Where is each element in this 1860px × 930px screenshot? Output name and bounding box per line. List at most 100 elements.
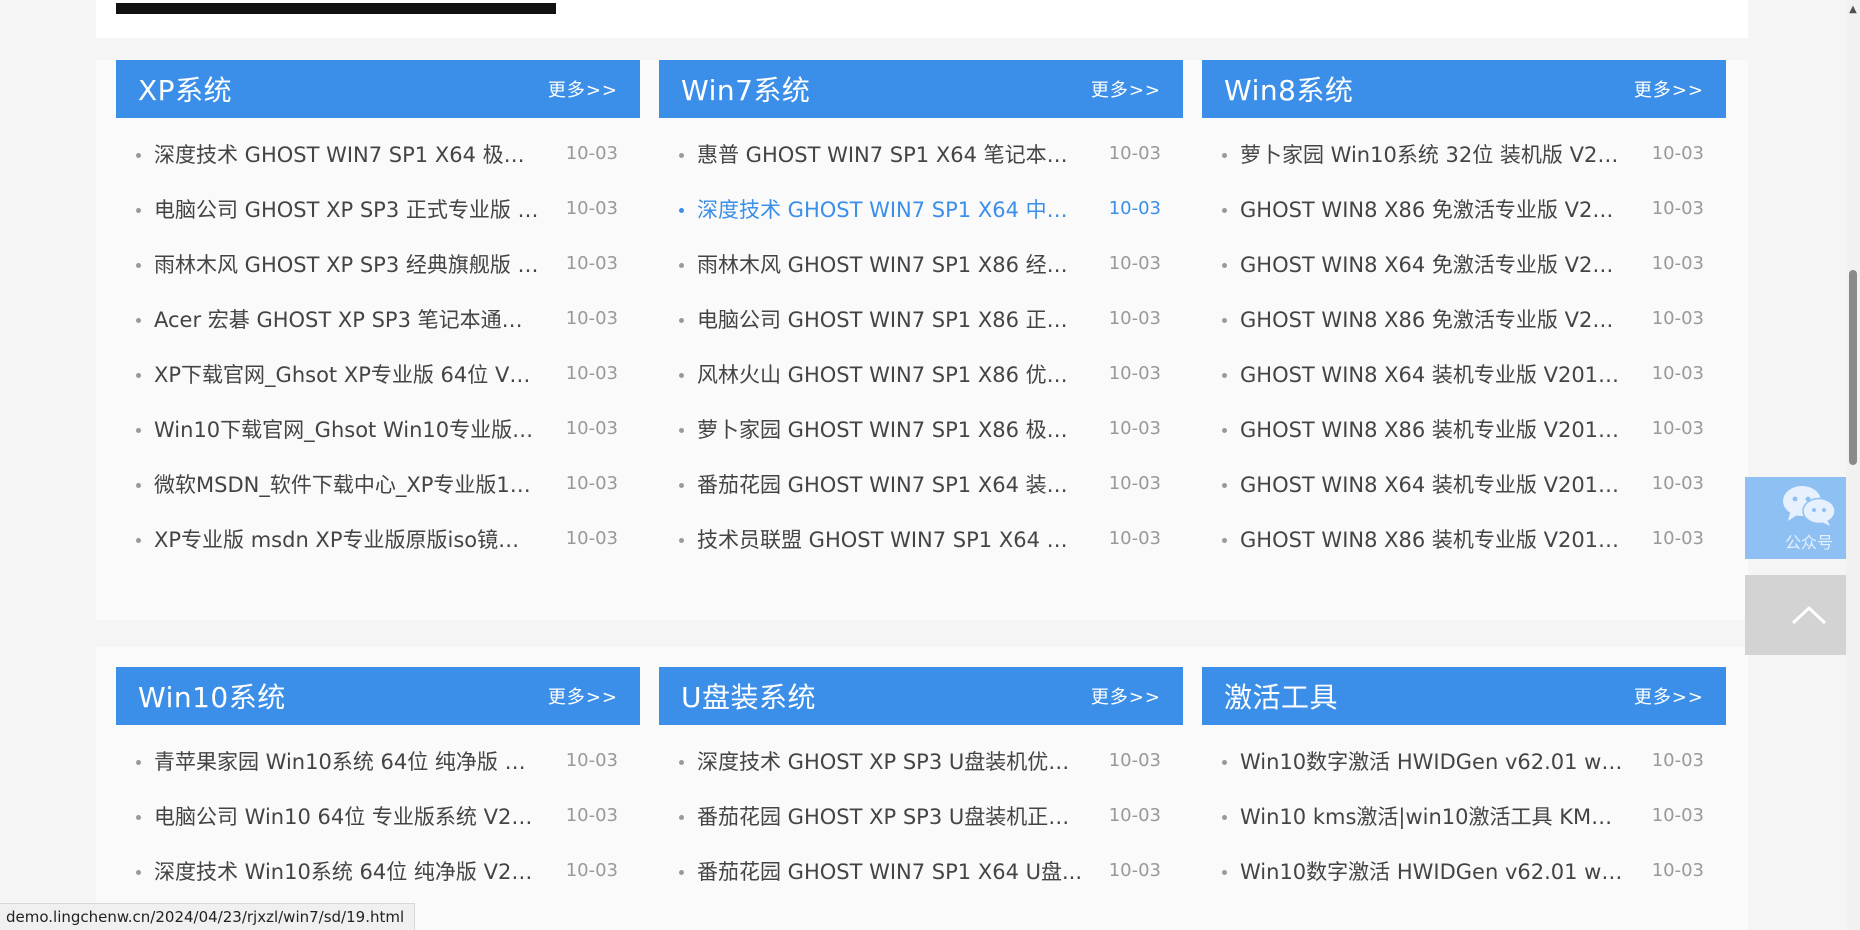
item-title[interactable]: 微软MSDN_软件下载中心_XP专业版19...	[154, 469, 539, 499]
list-item[interactable]: GHOST WIN8 X64 装机专业版 V2017.... 10-03	[1202, 456, 1726, 511]
item-title[interactable]: GHOST WIN8 X64 免激活专业版 V201...	[1240, 249, 1625, 279]
item-title[interactable]: 深度技术 Win10系统 64位 纯净版 V201...	[154, 856, 539, 886]
item-title[interactable]: 萝卜家园 Win10系统 32位 装机版 V201...	[1240, 139, 1625, 169]
wechat-official-account-button[interactable]: 公众号	[1745, 477, 1860, 559]
list-item[interactable]: GHOST WIN8 X86 免激活专业版 V201... 10-03	[1202, 291, 1726, 346]
category-header: XP系统 更多>>	[116, 60, 640, 118]
list-item[interactable]: 深度技术 GHOST WIN7 SP1 X64 极速... 10-03	[116, 126, 640, 181]
item-date: 10-03	[1651, 805, 1704, 826]
more-link[interactable]: 更多>>	[1091, 683, 1161, 709]
list-item[interactable]: GHOST WIN8 X64 装机专业版 V2019.... 10-03	[1202, 346, 1726, 401]
category-title[interactable]: Win10系统	[138, 676, 286, 716]
item-title[interactable]: 电脑公司 Win10 64位 专业版系统 V201...	[154, 801, 539, 831]
list-item[interactable]: 惠普 GHOST WIN7 SP1 X64 笔记本官... 10-03	[659, 126, 1183, 181]
category-section-1: XP系统 更多>> 深度技术 GHOST WIN7 SP1 X64 极速... 1…	[96, 60, 1748, 620]
item-title[interactable]: 深度技术 GHOST WIN7 SP1 X64 中秋...	[697, 194, 1082, 224]
list-item[interactable]: 番茄花园 GHOST WIN7 SP1 X64 U盘... 10-03	[659, 843, 1183, 898]
list-item[interactable]: 技术员联盟 GHOST WIN7 SP1 X64 游... 10-03	[659, 511, 1183, 566]
item-title[interactable]: 风林火山 GHOST WIN7 SP1 X86 优化...	[697, 359, 1082, 389]
list-item[interactable]: 风林火山 GHOST WIN7 SP1 X86 优化... 10-03	[659, 346, 1183, 401]
item-title[interactable]: 雨林木风 GHOST WIN7 SP1 X86 经典...	[697, 249, 1082, 279]
list-item[interactable]: 番茄花园 GHOST WIN7 SP1 X64 装机... 10-03	[659, 456, 1183, 511]
item-title[interactable]: 青苹果家园 Win10系统 64位 纯净版 V2...	[154, 746, 539, 776]
list-item[interactable]: XP专业版 msdn XP专业版原版iso镜像... 10-03	[116, 511, 640, 566]
list-item[interactable]: Win10数字激活 HWIDGen v62.01 win... 10-03	[1202, 733, 1726, 788]
item-title[interactable]: GHOST WIN8 X64 装机专业版 V2017....	[1240, 469, 1625, 499]
list-item[interactable]: GHOST WIN8 X86 免激活专业版 V201... 10-03	[1202, 181, 1726, 236]
back-to-top-button[interactable]	[1745, 575, 1860, 655]
list-item[interactable]: 番茄花园 GHOST XP SP3 U盘装机正式... 10-03	[659, 788, 1183, 843]
more-link[interactable]: 更多>>	[548, 76, 618, 102]
list-item[interactable]: Win10 kms激活|win10激活工具 KMS-... 10-03	[1202, 788, 1726, 843]
scrollbar-thumb[interactable]	[1849, 270, 1857, 465]
category-title[interactable]: Win7系统	[681, 69, 810, 109]
item-title[interactable]: Win10数字激活 HWIDGen v62.01 win...	[1240, 746, 1625, 776]
item-date: 10-03	[565, 308, 618, 329]
more-link[interactable]: 更多>>	[1634, 76, 1704, 102]
item-title[interactable]: Acer 宏碁 GHOST XP SP3 笔记本通用...	[154, 304, 539, 334]
list-item[interactable]: 青苹果家园 Win10系统 64位 纯净版 V2... 10-03	[116, 733, 640, 788]
item-date: 10-03	[1108, 860, 1161, 881]
list-item-hovered[interactable]: 深度技术 GHOST WIN7 SP1 X64 中秋... 10-03	[659, 181, 1183, 236]
list-item[interactable]: 深度技术 Win10系统 64位 纯净版 V201... 10-03	[116, 843, 640, 898]
item-title[interactable]: GHOST WIN8 X64 装机专业版 V2019....	[1240, 359, 1625, 389]
item-title[interactable]: 番茄花园 GHOST XP SP3 U盘装机正式...	[697, 801, 1082, 831]
scroll-up-arrow-icon[interactable]: ▲	[1846, 0, 1860, 18]
list-item[interactable]: 微软MSDN_软件下载中心_XP专业版19... 10-03	[116, 456, 640, 511]
list-item[interactable]: Win10数字激活 HWIDGen v62.01 win... 10-03	[1202, 843, 1726, 898]
category-title[interactable]: XP系统	[138, 69, 232, 109]
list-item[interactable]: 雨林木风 GHOST XP SP3 经典旗舰版 V... 10-03	[116, 236, 640, 291]
item-title[interactable]: 惠普 GHOST WIN7 SP1 X64 笔记本官...	[697, 139, 1082, 169]
article-list: 惠普 GHOST WIN7 SP1 X64 笔记本官... 10-03 深度技术 …	[659, 126, 1183, 566]
category-title[interactable]: 激活工具	[1224, 676, 1338, 716]
item-title[interactable]: 番茄花园 GHOST WIN7 SP1 X64 装机...	[697, 469, 1082, 499]
more-link[interactable]: 更多>>	[1634, 683, 1704, 709]
item-title[interactable]: 电脑公司 GHOST XP SP3 正式专业版 V...	[154, 194, 539, 224]
list-item[interactable]: Win10下载官网_Ghsot Win10专业版 6... 10-03	[116, 401, 640, 456]
item-title[interactable]: 技术员联盟 GHOST WIN7 SP1 X64 游...	[697, 524, 1082, 554]
list-item[interactable]: Acer 宏碁 GHOST XP SP3 笔记本通用... 10-03	[116, 291, 640, 346]
item-title[interactable]: 萝卜家园 GHOST WIN7 SP1 X86 极速...	[697, 414, 1082, 444]
category-title[interactable]: Win8系统	[1224, 69, 1353, 109]
item-title[interactable]: Win10下载官网_Ghsot Win10专业版 6...	[154, 414, 539, 444]
list-item[interactable]: GHOST WIN8 X86 装机专业版 V2019.... 10-03	[1202, 511, 1726, 566]
list-item[interactable]: GHOST WIN8 X86 装机专业版 V2017.... 10-03	[1202, 401, 1726, 456]
item-title[interactable]: GHOST WIN8 X86 免激活专业版 V201...	[1240, 304, 1625, 334]
item-date: 10-03	[1651, 308, 1704, 329]
list-item[interactable]: 电脑公司 Win10 64位 专业版系统 V201... 10-03	[116, 788, 640, 843]
item-title[interactable]: 番茄花园 GHOST WIN7 SP1 X64 U盘...	[697, 856, 1082, 886]
list-item[interactable]: GHOST WIN8 X64 免激活专业版 V201... 10-03	[1202, 236, 1726, 291]
item-date: 10-03	[565, 473, 618, 494]
scrollbar[interactable]: ▲	[1846, 0, 1860, 930]
item-title[interactable]: GHOST WIN8 X86 装机专业版 V2017....	[1240, 414, 1625, 444]
category-header: Win8系统 更多>>	[1202, 60, 1726, 118]
category-header: 激活工具 更多>>	[1202, 667, 1726, 725]
item-date: 10-03	[565, 418, 618, 439]
more-link[interactable]: 更多>>	[1091, 76, 1161, 102]
list-item[interactable]: 萝卜家园 Win10系统 32位 装机版 V201... 10-03	[1202, 126, 1726, 181]
more-link[interactable]: 更多>>	[548, 683, 618, 709]
item-date: 10-03	[565, 198, 618, 219]
item-title[interactable]: XP专业版 msdn XP专业版原版iso镜像...	[154, 524, 539, 554]
list-item[interactable]: 雨林木风 GHOST WIN7 SP1 X86 经典... 10-03	[659, 236, 1183, 291]
item-date: 10-03	[565, 363, 618, 384]
list-item[interactable]: 萝卜家园 GHOST WIN7 SP1 X86 极速... 10-03	[659, 401, 1183, 456]
item-title[interactable]: 雨林木风 GHOST XP SP3 经典旗舰版 V...	[154, 249, 539, 279]
item-title[interactable]: Win10 kms激活|win10激活工具 KMS-...	[1240, 801, 1625, 831]
category-title[interactable]: U盘装系统	[681, 676, 816, 716]
item-title[interactable]: Win10数字激活 HWIDGen v62.01 win...	[1240, 856, 1625, 886]
list-item[interactable]: 电脑公司 GHOST WIN7 SP1 X86 正式... 10-03	[659, 291, 1183, 346]
item-date: 10-03	[565, 528, 618, 549]
item-title[interactable]: XP下载官网_Ghsot XP专业版 64位 V20...	[154, 359, 539, 389]
item-title[interactable]: 电脑公司 GHOST WIN7 SP1 X86 正式...	[697, 304, 1082, 334]
wechat-icon	[1783, 486, 1836, 526]
list-item[interactable]: 深度技术 GHOST XP SP3 U盘装机优化... 10-03	[659, 733, 1183, 788]
article-list: 深度技术 GHOST XP SP3 U盘装机优化... 10-03 番茄花园 GH…	[659, 733, 1183, 898]
item-title[interactable]: 深度技术 GHOST XP SP3 U盘装机优化...	[697, 746, 1082, 776]
list-item[interactable]: 电脑公司 GHOST XP SP3 正式专业版 V... 10-03	[116, 181, 640, 236]
list-item[interactable]: XP下载官网_Ghsot XP专业版 64位 V20... 10-03	[116, 346, 640, 401]
item-title[interactable]: GHOST WIN8 X86 免激活专业版 V201...	[1240, 194, 1625, 224]
article-list: 青苹果家园 Win10系统 64位 纯净版 V2... 10-03 电脑公司 Wi…	[116, 733, 640, 898]
item-title[interactable]: 深度技术 GHOST WIN7 SP1 X64 极速...	[154, 139, 539, 169]
item-title[interactable]: GHOST WIN8 X86 装机专业版 V2019....	[1240, 524, 1625, 554]
